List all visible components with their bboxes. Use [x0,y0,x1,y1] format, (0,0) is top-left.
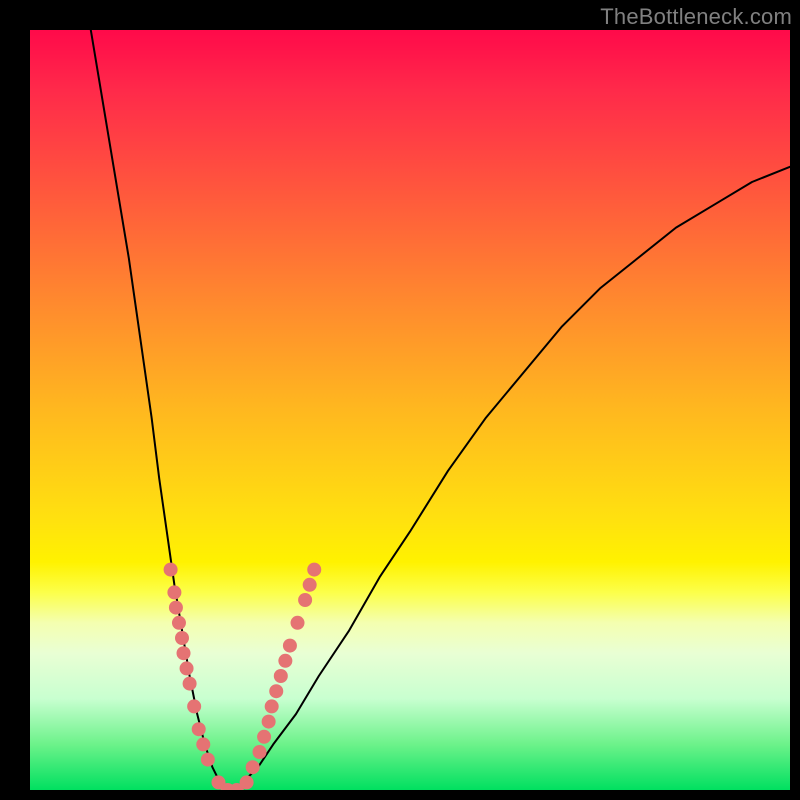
watermark-text: TheBottleneck.com [600,4,792,30]
data-point [283,639,297,653]
data-point [201,753,215,767]
data-point [172,616,186,630]
data-point [253,745,267,759]
data-point [307,563,321,577]
data-point [169,601,183,615]
bottleneck-curve [91,30,790,790]
data-point [291,616,305,630]
data-point [240,775,254,789]
curve-layer [91,30,790,790]
data-point [298,593,312,607]
data-point [211,775,225,789]
data-point [192,722,206,736]
data-point [177,646,191,660]
data-point [274,669,288,683]
data-point [230,783,244,790]
chart-frame: TheBottleneck.com [0,0,800,800]
points-layer [164,563,322,790]
plot-area [30,30,790,790]
data-point [265,699,279,713]
data-point [175,631,189,645]
data-point [303,578,317,592]
data-point [183,677,197,691]
data-point [278,654,292,668]
data-point [221,783,235,790]
chart-svg [30,30,790,790]
data-point [269,684,283,698]
data-point [187,699,201,713]
data-point [164,563,178,577]
data-point [167,585,181,599]
data-point [262,715,276,729]
data-point [196,737,210,751]
data-point [180,661,194,675]
data-point [257,730,271,744]
data-point [246,760,260,774]
